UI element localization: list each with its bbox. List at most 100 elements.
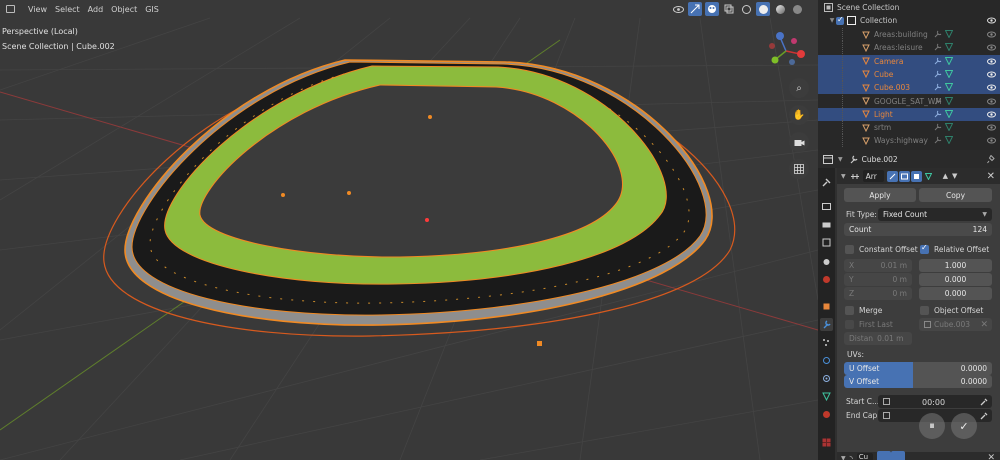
object-data-tab-icon[interactable] [820,390,833,403]
modifier-name-field[interactable]: Arr [862,170,884,182]
eye-icon[interactable] [987,16,996,25]
properties-editor-icon[interactable] [818,152,838,166]
rendered-shading-icon[interactable] [790,2,804,16]
eye-icon[interactable] [987,123,996,132]
chevron-down-icon[interactable]: ▼ [841,173,846,180]
eye-icon[interactable] [987,43,996,52]
on-cage-icon[interactable] [923,171,934,182]
menu-view[interactable]: View [24,5,51,14]
pause-button[interactable]: ⏸ [919,413,945,439]
count-field[interactable]: Count 124 [844,223,992,236]
eye-icon[interactable] [987,70,996,79]
overlay-toggle-icon[interactable] [705,2,719,16]
realtime-icon[interactable] [890,451,905,460]
eye-icon[interactable] [987,30,996,39]
relative-offset-checkbox[interactable] [920,243,929,254]
3d-viewport[interactable]: View Select Add Object GIS Perspective (… [0,0,818,460]
zoom-icon[interactable]: ⌕ [789,78,809,98]
edit-mode-icon[interactable] [886,170,898,182]
close-icon[interactable]: ✕ [987,453,995,460]
constant-z-field[interactable]: Z 0 m [844,287,912,300]
copy-button[interactable]: Copy [919,188,992,202]
offset-object-field[interactable]: Cube.003 ✕ [919,318,992,331]
constant-offset-checkbox[interactable] [845,245,854,254]
relative-x-field[interactable]: 1.000 [919,259,992,272]
relative-z-field[interactable]: 0.000 [919,287,992,300]
menu-select[interactable]: Select [51,5,84,14]
eye-icon[interactable] [987,83,996,92]
view-layer-tab-icon[interactable] [820,236,833,249]
outliner-scene-collection[interactable]: Scene Collection [818,1,1000,14]
eyedropper-icon[interactable] [980,398,988,406]
object-tab-icon[interactable] [820,300,833,313]
collection-checkbox[interactable] [836,15,844,25]
outliner-collection[interactable]: ▼ Collection [818,14,1000,27]
tool-tab-icon[interactable] [820,176,833,189]
eye-icon[interactable] [987,57,996,66]
output-tab-icon[interactable] [820,218,833,231]
move-down-icon[interactable]: ▼ [952,172,957,180]
chevron-down-icon[interactable]: ▼ [838,156,843,163]
outliner-item[interactable]: srtm [818,121,1000,135]
ortho-grid-icon[interactable] [789,159,809,179]
modifier-tab-icon[interactable] [820,318,833,331]
relative-y-field[interactable]: 0.000 [919,273,992,286]
first-last-checkbox[interactable] [845,320,854,329]
visibility-icon[interactable] [671,2,685,16]
material-shading-icon[interactable] [773,2,787,16]
pin-icon[interactable] [987,154,995,164]
apply-button[interactable]: Apply [844,188,916,202]
outliner-item[interactable]: Areas:leisure [818,41,1000,55]
outliner-item[interactable]: Ways:highway [818,134,1000,148]
next-modifier-name[interactable]: Cu [856,453,873,460]
material-tab-icon[interactable] [820,408,833,421]
outliner-item[interactable]: Cube.003 [818,81,1000,95]
physics-tab-icon[interactable] [820,354,833,367]
outliner-item[interactable]: Cube [818,67,1000,81]
wireframe-shading-icon[interactable] [739,2,753,16]
navigation-gizmo[interactable] [764,27,809,72]
merge-distance-field[interactable]: Distan 0.01 m [844,332,912,345]
scene-tab-icon[interactable] [820,255,833,268]
outliner-item[interactable]: Camera [818,54,1000,68]
constraints-tab-icon[interactable] [820,372,833,385]
object-name[interactable]: Cube.002 [862,155,898,164]
xray-icon[interactable] [722,2,736,16]
close-icon[interactable]: ✕ [987,171,995,182]
eye-icon[interactable] [987,97,996,106]
outliner-item[interactable]: GOOGLE_SAT_WM [818,94,1000,108]
eye-icon[interactable] [987,136,996,145]
particles-tab-icon[interactable] [820,336,833,349]
render-icon[interactable] [910,170,922,182]
edit-mode-icon[interactable] [876,451,891,460]
u-offset-field[interactable]: U Offset 0.0000 [844,362,992,375]
viewport-scene[interactable] [0,0,818,460]
constant-x-field[interactable]: X 0.01 m [844,259,912,272]
object-offset-checkbox[interactable] [920,306,929,315]
menu-object[interactable]: Object [107,5,141,14]
menu-add[interactable]: Add [84,5,108,14]
close-icon[interactable]: ✕ [980,320,988,330]
editor-type-icon[interactable] [0,2,20,16]
chevron-down-icon[interactable]: ▼ [841,455,846,460]
merge-checkbox[interactable] [845,306,854,315]
outliner-item[interactable]: Areas:building [818,28,1000,41]
constant-y-field[interactable]: Y 0 m [844,273,912,286]
gizmo-toggle-icon[interactable] [688,2,702,16]
camera-view-icon[interactable] [789,132,809,152]
v-offset-field[interactable]: V Offset 0.0000 [844,375,992,388]
confirm-button[interactable]: ✓ [951,413,977,439]
chevron-down-icon[interactable]: ▼ [828,17,836,24]
outliner-item[interactable]: Light [818,107,1000,121]
world-tab-icon[interactable] [820,273,833,286]
render-tab-icon[interactable] [820,200,833,213]
move-up-icon[interactable]: ▲ [943,172,948,180]
texture-tab-icon[interactable] [820,436,833,449]
pan-hand-icon[interactable]: ✋ [789,105,809,125]
menu-gis[interactable]: GIS [141,5,163,14]
realtime-icon[interactable] [898,170,910,182]
fit-type-select[interactable]: Fixed Count ▼ [878,208,992,221]
solid-shading-icon[interactable] [756,2,770,16]
eyedropper-icon[interactable] [980,412,988,420]
eye-icon[interactable] [987,110,996,119]
